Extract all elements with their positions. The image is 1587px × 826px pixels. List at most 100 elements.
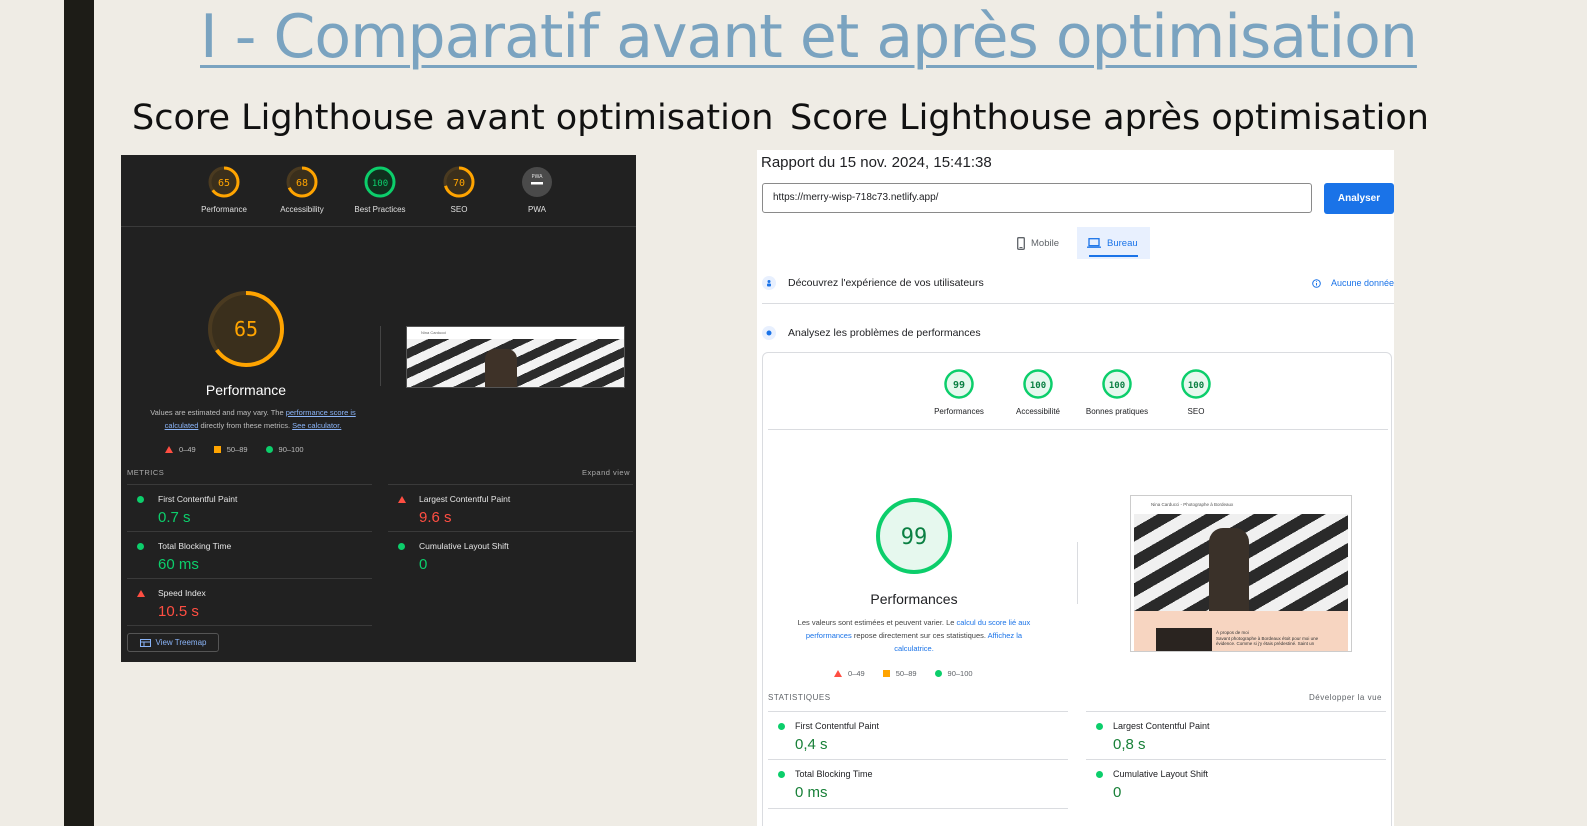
gauge-score: 100 bbox=[1030, 381, 1046, 391]
metric-lcp: Largest Contentful Paint 9.6 s bbox=[388, 484, 633, 531]
metric-cls: Cumulative Layout Shift 0 bbox=[1086, 759, 1386, 808]
before-legend: 0–49 50–89 90–100 bbox=[165, 445, 304, 454]
gauge-ring: 100 bbox=[1181, 369, 1211, 399]
screenshot-person bbox=[1209, 528, 1249, 611]
gauge-label: Performance bbox=[201, 205, 247, 214]
url-input[interactable]: https://merry-wisp-718c73.netlify.app/ bbox=[762, 183, 1312, 213]
tab-mobile[interactable]: Mobile bbox=[1007, 227, 1069, 259]
legend-range: 90–100 bbox=[947, 669, 973, 678]
stats-label: STATISTIQUES bbox=[768, 693, 831, 702]
gauge-label: Bonnes pratiques bbox=[1085, 407, 1149, 416]
after-perf-title: Performances bbox=[870, 591, 958, 607]
pass-circle-icon bbox=[778, 723, 785, 730]
tab-desktop[interactable]: Bureau bbox=[1077, 227, 1150, 259]
after-page-screenshot[interactable]: Nina Carducci - Photographe à Bordeaux À… bbox=[1130, 495, 1352, 652]
metric-name: Total Blocking Time bbox=[158, 541, 232, 551]
legend-range: 0–49 bbox=[848, 669, 865, 678]
metric-fcp: First Contentful Paint 0,4 s bbox=[768, 711, 1068, 760]
lighthouse-before-panel: 65 Performance 68 Accessibility 100 Best… bbox=[121, 155, 636, 662]
gauge-accessibilite[interactable]: 100 Accessibilité bbox=[993, 368, 1083, 416]
metric-speed-index: Speed Index 10.5 s bbox=[127, 578, 372, 626]
big-gauge-ring: 65 bbox=[208, 291, 284, 367]
big-score: 99 bbox=[901, 525, 928, 550]
gauge-pwa[interactable]: PWA PWA bbox=[497, 165, 577, 214]
fail-triangle-icon bbox=[398, 496, 406, 503]
gauge-label: Accessibility bbox=[280, 205, 324, 214]
gauge-ring: 70 bbox=[443, 166, 475, 198]
after-stats-header: STATISTIQUES Développer la vue bbox=[768, 693, 1382, 702]
treemap-label: View Treemap bbox=[155, 638, 207, 647]
view-treemap-button[interactable]: View Treemap bbox=[127, 633, 219, 652]
pass-circle-icon bbox=[778, 771, 785, 778]
screenshot-header: Nina Carducci bbox=[407, 327, 624, 339]
metric-name: Cumulative Layout Shift bbox=[1113, 769, 1209, 779]
metric-name: Largest Contentful Paint bbox=[1113, 721, 1210, 731]
before-score-note: Values are estimated and may vary. The p… bbox=[133, 406, 373, 432]
average-square-icon bbox=[882, 670, 890, 677]
screenshot-portrait bbox=[1156, 628, 1212, 651]
big-gauge-ring: 99 bbox=[876, 498, 952, 574]
no-data-info[interactable]: Aucune donnée bbox=[1312, 278, 1394, 288]
divider bbox=[1077, 542, 1078, 604]
gauge-bonnes-pratiques[interactable]: 100 Bonnes pratiques bbox=[1072, 368, 1162, 416]
metric-tbt: Total Blocking Time 60 ms bbox=[127, 531, 372, 578]
gauge-seo[interactable]: 70 SEO bbox=[419, 165, 499, 214]
gauge-score: 100 bbox=[1109, 381, 1125, 391]
metric-name: Speed Index bbox=[158, 588, 206, 598]
metric-value: 60 ms bbox=[158, 556, 199, 573]
metric-value: 0 bbox=[419, 556, 428, 573]
gauge-accessibility[interactable]: 68 Accessibility bbox=[262, 165, 342, 214]
big-score: 65 bbox=[234, 317, 258, 341]
gauge-score: 100 bbox=[1188, 381, 1204, 391]
gauge-label: Performances bbox=[934, 407, 984, 416]
analyze-button[interactable]: Analyser bbox=[1324, 183, 1394, 214]
divider bbox=[768, 429, 1388, 430]
gauge-performances[interactable]: 99 Performances bbox=[914, 368, 1004, 416]
legend-average: 50–89 bbox=[213, 445, 248, 454]
gauge-label: Best Practices bbox=[354, 205, 406, 214]
gauge-best-practices[interactable]: 100 Best Practices bbox=[340, 165, 420, 214]
note-text: repose directement sur ces statistiques. bbox=[851, 631, 988, 640]
metric-value: 0,4 s bbox=[795, 736, 828, 753]
laptop-icon bbox=[1087, 238, 1101, 248]
metric-value: 0,8 s bbox=[1113, 736, 1146, 753]
legend-range: 90–100 bbox=[278, 445, 304, 454]
gauge-performance[interactable]: 65 Performance bbox=[184, 165, 264, 214]
gauge-seo[interactable]: 100 SEO bbox=[1151, 368, 1241, 416]
gauge-label: Accessibilité bbox=[1015, 407, 1060, 416]
before-heading: Score Lighthouse avant optimisation bbox=[132, 98, 774, 138]
pass-circle-icon bbox=[934, 670, 942, 677]
legend-range: 0–49 bbox=[179, 445, 196, 454]
pass-circle-icon bbox=[1096, 723, 1103, 730]
after-heading: Score Lighthouse après optimisation bbox=[790, 98, 1429, 138]
treemap-icon bbox=[139, 638, 151, 647]
legend-range: 50–89 bbox=[895, 669, 917, 678]
see-calculator-link[interactable]: See calculator. bbox=[292, 421, 341, 430]
pass-circle-icon bbox=[137, 496, 144, 503]
legend-fail: 0–49 bbox=[165, 445, 196, 454]
gauge-score: PWA bbox=[531, 174, 543, 180]
lighthouse-after-panel: Rapport du 15 nov. 2024, 15:41:38 https:… bbox=[757, 150, 1394, 826]
pass-circle-icon bbox=[398, 543, 405, 550]
screenshot-person bbox=[485, 349, 517, 387]
discover-experience-row[interactable]: Découvrez l'expérience de vos utilisateu… bbox=[762, 276, 1394, 290]
metric-name: First Contentful Paint bbox=[795, 721, 880, 731]
fail-triangle-icon bbox=[834, 670, 842, 677]
lighthouse-icon bbox=[762, 326, 776, 340]
gauge-score: 68 bbox=[296, 178, 308, 189]
before-perf-title: Performance bbox=[205, 382, 287, 398]
metric-value: 10.5 s bbox=[158, 603, 199, 620]
metric-name: Cumulative Layout Shift bbox=[419, 541, 509, 551]
before-page-screenshot[interactable]: Nina Carducci bbox=[406, 326, 625, 388]
analyze-problems-row[interactable]: Analysez les problèmes de performances bbox=[762, 326, 1394, 340]
divider bbox=[380, 326, 381, 386]
expand-view-toggle[interactable]: Expand view bbox=[582, 468, 630, 477]
gauge-score: 65 bbox=[218, 178, 230, 189]
metric-cls: Cumulative Layout Shift 0 bbox=[388, 531, 633, 578]
metric-name: Total Blocking Time bbox=[795, 769, 873, 779]
tab-label: Bureau bbox=[1107, 237, 1138, 249]
pass-circle-icon bbox=[265, 446, 273, 453]
pass-circle-icon bbox=[137, 543, 144, 550]
expand-view-toggle[interactable]: Développer la vue bbox=[1309, 693, 1382, 702]
analyze-problems-label: Analysez les problèmes de performances bbox=[788, 327, 981, 339]
